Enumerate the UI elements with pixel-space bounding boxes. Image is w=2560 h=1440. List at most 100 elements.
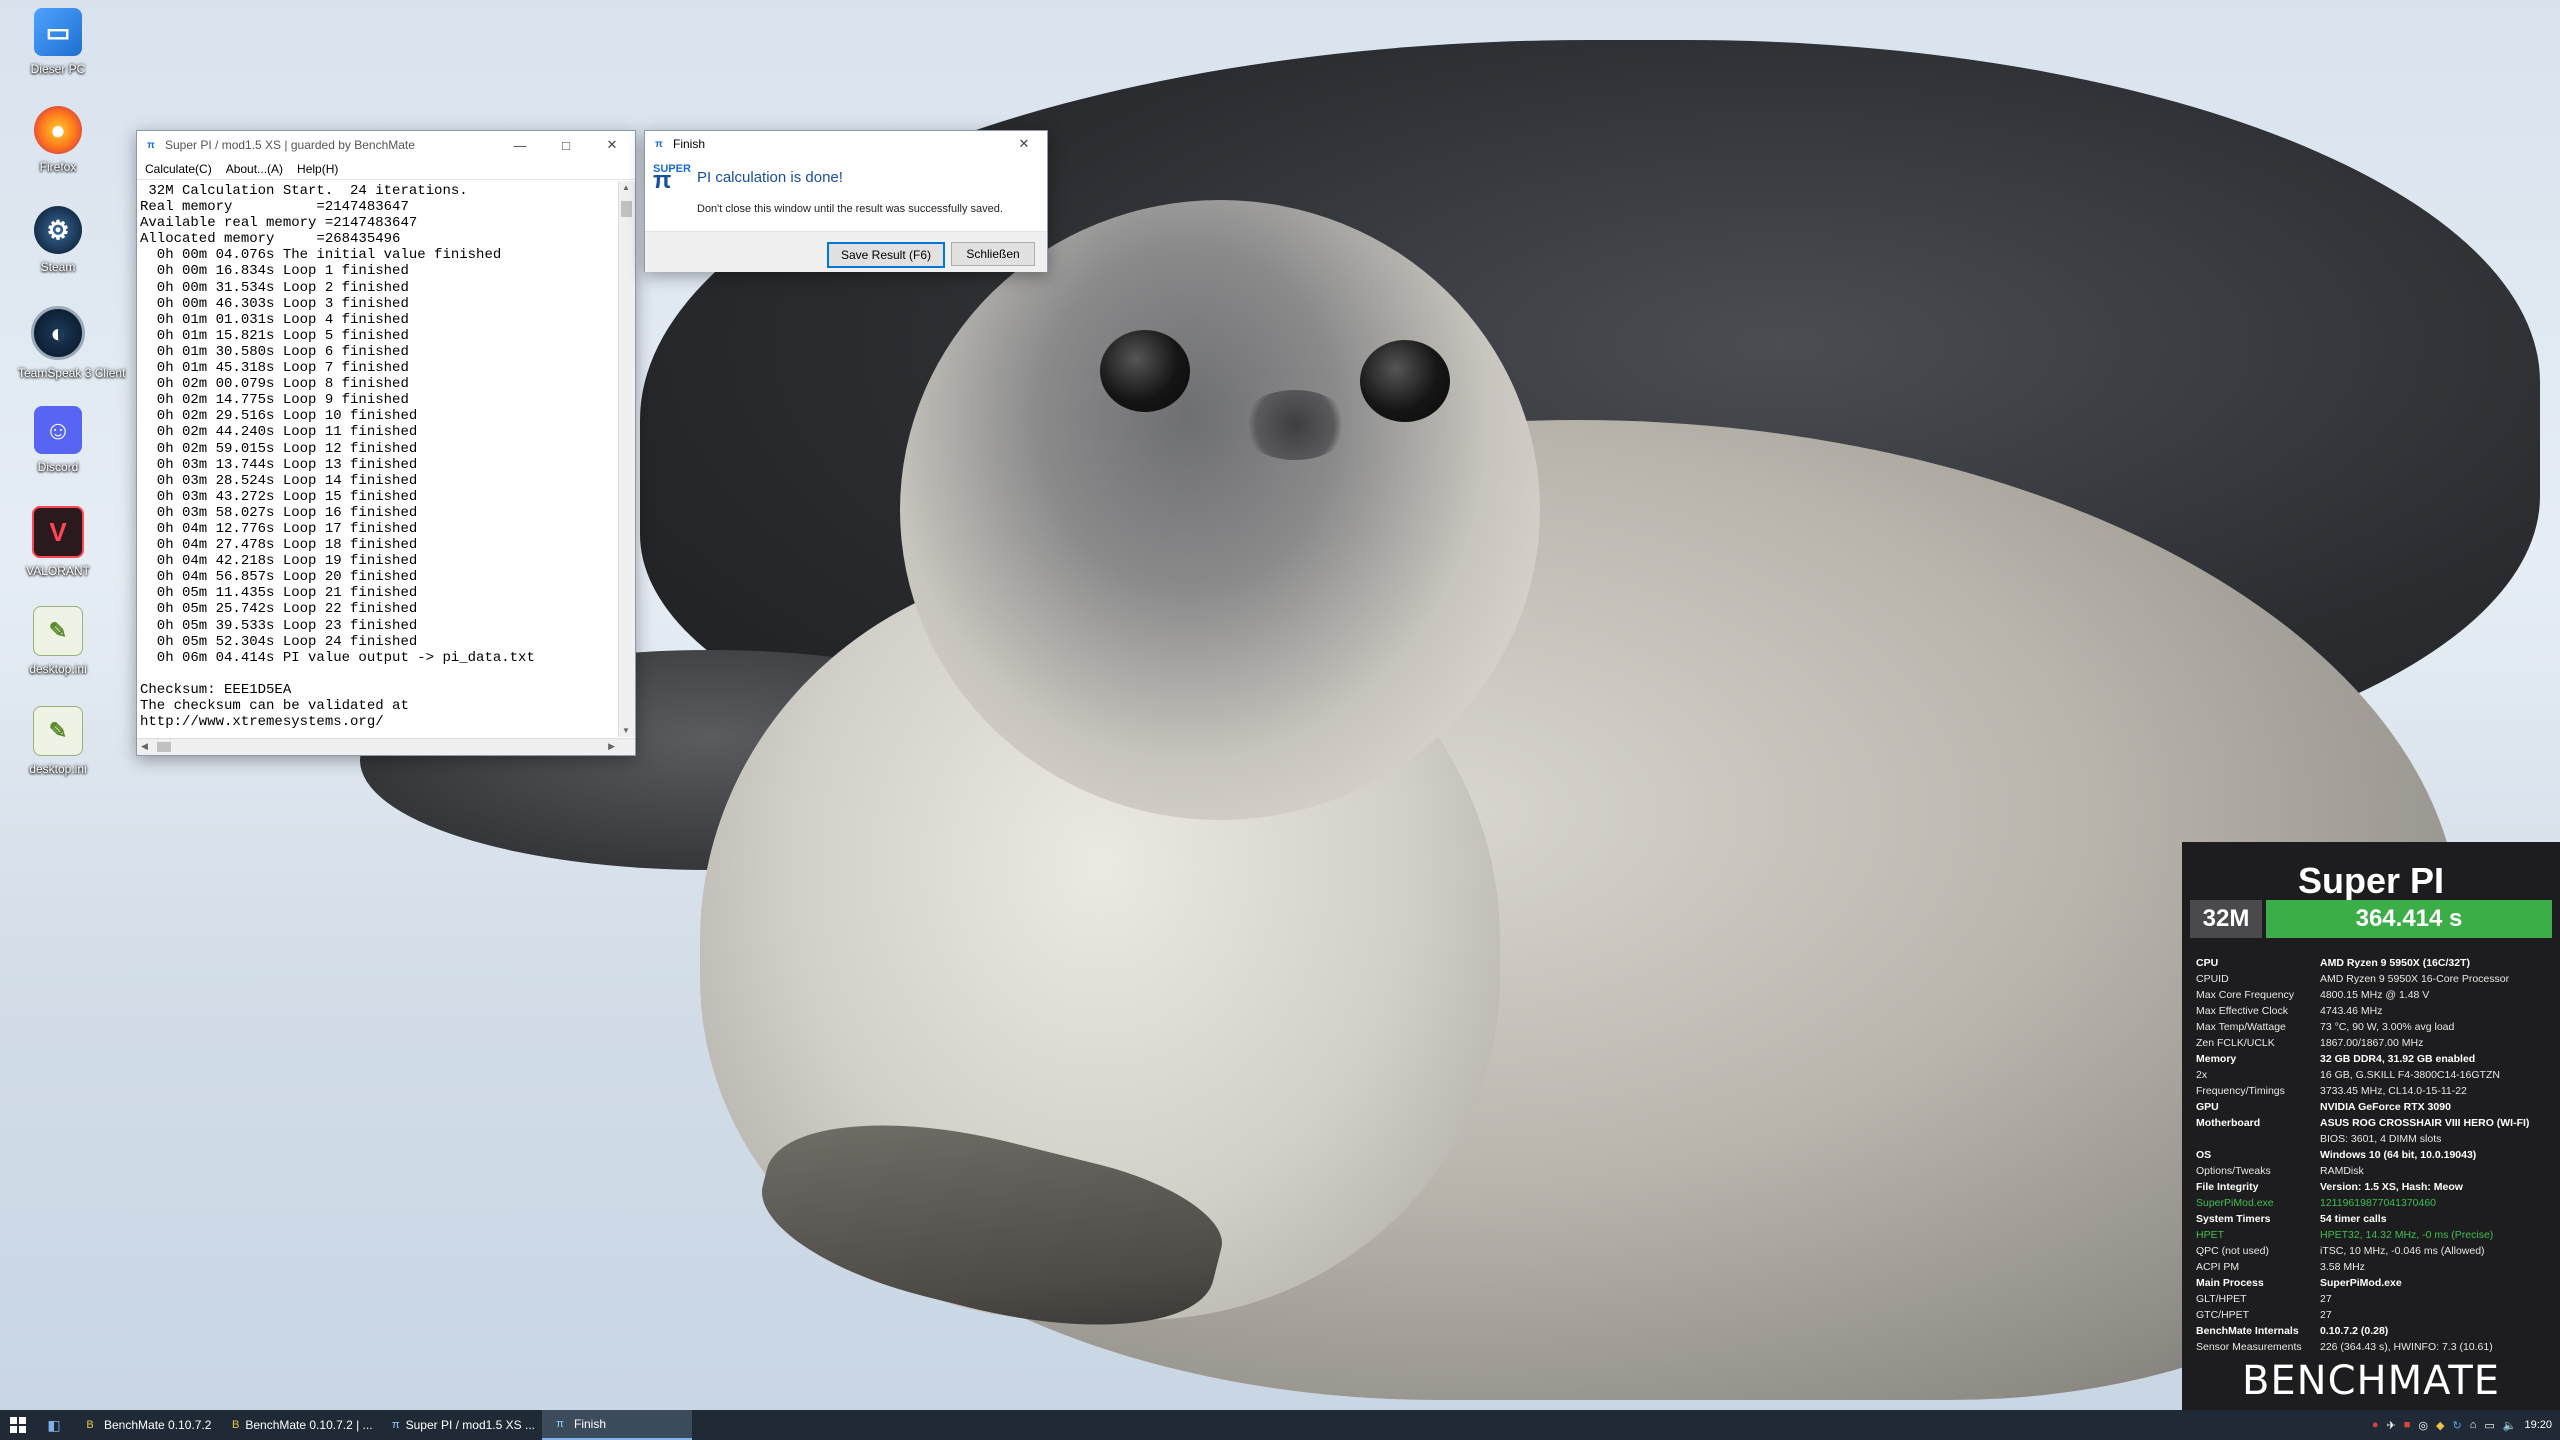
menu-about[interactable]: About...(A) xyxy=(226,162,283,176)
benchmate-panel: Super PI 32M 364.414 s CPU AMD Ryzen 9 59… xyxy=(2182,842,2560,1410)
close-dialog-button[interactable]: Schließen xyxy=(951,242,1035,266)
sync-icon[interactable]: ↻ xyxy=(2452,1419,2461,1432)
tray-clock[interactable]: 19:20 xyxy=(2524,1419,2552,1431)
system-info-row: SuperPiMod.exe 12119619877041370460 xyxy=(2196,1195,2556,1211)
alert-icon[interactable]: ● xyxy=(2372,1419,2379,1431)
system-info-row: OS Windows 10 (64 bit, 10.0.19043) xyxy=(2196,1147,2556,1163)
desktop-icon-firefox[interactable]: ● Firefox xyxy=(18,106,98,174)
system-info-row: File Integrity Version: 1.5 XS, Hash: Meo… xyxy=(2196,1179,2556,1195)
system-info-row: Max Core Frequency 4800.15 MHz @ 1.48 V xyxy=(2196,987,2556,1003)
desktop-icon-teamspeak[interactable]: ◐ TeamSpeak 3 Client xyxy=(18,306,126,380)
desktop-icon-this-pc[interactable]: ▭ Dieser PC xyxy=(18,8,98,76)
chrome-icon[interactable]: ◎ xyxy=(2418,1419,2428,1432)
desktop-icon-label: TeamSpeak 3 Client xyxy=(18,366,126,380)
scrollbar-thumb[interactable] xyxy=(157,742,171,752)
menu-calculate[interactable]: Calculate(C) xyxy=(145,162,212,176)
taskbar-item-benchmate-1[interactable]: B BenchMate 0.10.7.2 xyxy=(72,1410,222,1440)
system-info-value: 226 (364.43 s), HWINFO: 7.3 (10.61) xyxy=(2320,1341,2493,1353)
desktop-icon-valorant[interactable]: V VALORANT xyxy=(18,506,98,578)
benchmate-tray-icon[interactable]: ◆ xyxy=(2436,1419,2444,1432)
system-info-row: System Timers 54 timer calls xyxy=(2196,1211,2556,1227)
system-info-key: CPUID xyxy=(2196,973,2229,985)
save-result-button[interactable]: Save Result (F6) xyxy=(827,242,945,268)
minimize-button[interactable]: — xyxy=(497,131,543,159)
finish-message: PI calculation is done! xyxy=(697,169,843,186)
dialog-title: Finish xyxy=(673,137,706,151)
desktop-icon-discord[interactable]: ☺ Discord xyxy=(18,406,98,474)
taskbar-item-superpi[interactable]: π Super PI / mod1.5 XS ... xyxy=(382,1410,542,1440)
maximize-button[interactable]: □ xyxy=(543,131,589,159)
desktop-icon-desktop-ini-1[interactable]: ✎ desktop.ini xyxy=(18,606,98,676)
system-info-value: 27 xyxy=(2320,1309,2332,1321)
display-icon[interactable]: ▭ xyxy=(2484,1419,2494,1432)
finish-note: Don't close this window until the result… xyxy=(697,203,1003,215)
finish-dialog[interactable]: π Finish ✕ SUPER π PI calculation is done… xyxy=(644,130,1048,272)
language-icon[interactable]: ⌂ xyxy=(2470,1419,2477,1431)
superpi-logo-icon: SUPER π xyxy=(653,163,691,194)
wallpaper-seal-eye-left xyxy=(1100,330,1190,412)
desktop-icon-steam[interactable]: ⚙ Steam xyxy=(18,206,98,274)
system-info-key: OS xyxy=(2196,1149,2212,1161)
wallpaper-seal-head xyxy=(900,200,1540,820)
wallpaper-seal-nose xyxy=(1240,390,1350,460)
system-info-key: QPC (not used) xyxy=(2196,1245,2269,1257)
taskbar-item-finish[interactable]: π Finish xyxy=(542,1410,692,1440)
wallpaper-seal-eye-right xyxy=(1360,340,1450,422)
system-info-key: CPU xyxy=(2196,957,2219,969)
taskview-button[interactable]: ◧ xyxy=(36,1410,72,1440)
system-info-value: 3.58 MHz xyxy=(2320,1261,2365,1273)
horizontal-scrollbar[interactable]: ◀ ▶ xyxy=(137,738,635,755)
system-info-row: GLT/HPET 27 xyxy=(2196,1291,2556,1307)
system-info-value: 4743.46 MHz xyxy=(2320,1005,2383,1017)
close-button[interactable]: ✕ xyxy=(1001,131,1047,157)
taskbar-item-benchmate-2[interactable]: B BenchMate 0.10.7.2 | ... xyxy=(222,1410,382,1440)
scroll-right-icon[interactable]: ▶ xyxy=(608,741,615,752)
desktop-icon-desktop-ini-2[interactable]: ✎ desktop.ini xyxy=(18,706,98,776)
scroll-down-icon[interactable]: ▼ xyxy=(622,726,630,735)
task-label: Finish xyxy=(574,1417,607,1431)
superpi-icon: π xyxy=(147,139,155,151)
discord-icon: ☺ xyxy=(34,406,82,454)
system-info-row: CPU AMD Ryzen 9 5950X (16C/32T) xyxy=(2196,955,2556,971)
system-info-row: GTC/HPET 27 xyxy=(2196,1307,2556,1323)
system-info-key: System Timers xyxy=(2196,1213,2271,1225)
system-info-row: Memory 32 GB DDR4, 31.92 GB enabled xyxy=(2196,1051,2556,1067)
system-info-key: ACPI PM xyxy=(2196,1261,2240,1273)
start-button[interactable] xyxy=(0,1410,36,1440)
scroll-up-icon[interactable]: ▲ xyxy=(622,183,630,192)
superpi-console-output[interactable]: 32M Calculation Start. 24 iterations. Re… xyxy=(137,181,617,737)
scrollbar-thumb[interactable] xyxy=(621,201,632,217)
system-info-key xyxy=(2196,1131,2320,1147)
system-info-value: 3733.45 MHz, CL14.0-15-11-22 xyxy=(2320,1085,2467,1097)
system-info-key: HPET xyxy=(2196,1229,2225,1241)
system-info-key: Max Core Frequency xyxy=(2196,989,2295,1001)
superpi-icon: π xyxy=(655,138,663,150)
shield-icon[interactable]: ■ xyxy=(2404,1419,2411,1431)
system-info-key: Max Effective Clock xyxy=(2196,1005,2289,1017)
superpi-titlebar[interactable]: π Super PI / mod1.5 XS | guarded by Benc… xyxy=(137,131,635,159)
system-info-row: Max Effective Clock 4743.46 MHz xyxy=(2196,1003,2556,1019)
system-info-key: Sensor Measurements xyxy=(2196,1341,2302,1353)
system-info-row: GPU NVIDIA GeForce RTX 3090 xyxy=(2196,1099,2556,1115)
network-icon[interactable]: ✈ xyxy=(2387,1419,2396,1432)
system-info-value: RAMDisk xyxy=(2320,1165,2364,1177)
benchmate-icon: B xyxy=(86,1419,94,1431)
close-button[interactable]: ✕ xyxy=(589,131,635,159)
vertical-scrollbar[interactable]: ▲ ▼ xyxy=(618,181,635,737)
task-label: BenchMate 0.10.7.2 xyxy=(104,1418,212,1432)
superpi-icon: π xyxy=(556,1418,564,1430)
teamspeak-icon: ◐ xyxy=(31,306,85,360)
menu-help[interactable]: Help(H) xyxy=(297,162,338,176)
system-info-row: Main Process SuperPiMod.exe xyxy=(2196,1275,2556,1291)
superpi-window[interactable]: π Super PI / mod1.5 XS | guarded by Benc… xyxy=(136,130,636,756)
windows-icon xyxy=(10,1417,26,1433)
volume-icon[interactable]: 🔈 xyxy=(2503,1419,2517,1432)
system-info-list: CPU AMD Ryzen 9 5950X (16C/32T) CPUID AMD R… xyxy=(2196,955,2556,1355)
system-info-value: BIOS: 3601, 4 DIMM slots xyxy=(2320,1133,2442,1145)
system-tray: ● ✈ ■ ◎ ◆ ↻ ⌂ ▭ 🔈 19:20 xyxy=(2372,1410,2560,1440)
finish-titlebar[interactable]: π Finish ✕ xyxy=(645,131,1047,157)
system-info-key: 2x xyxy=(2196,1069,2208,1081)
scroll-left-icon[interactable]: ◀ xyxy=(141,741,148,752)
system-info-key: Frequency/Timings xyxy=(2196,1085,2285,1097)
task-label: Super PI / mod1.5 XS ... xyxy=(405,1418,535,1432)
